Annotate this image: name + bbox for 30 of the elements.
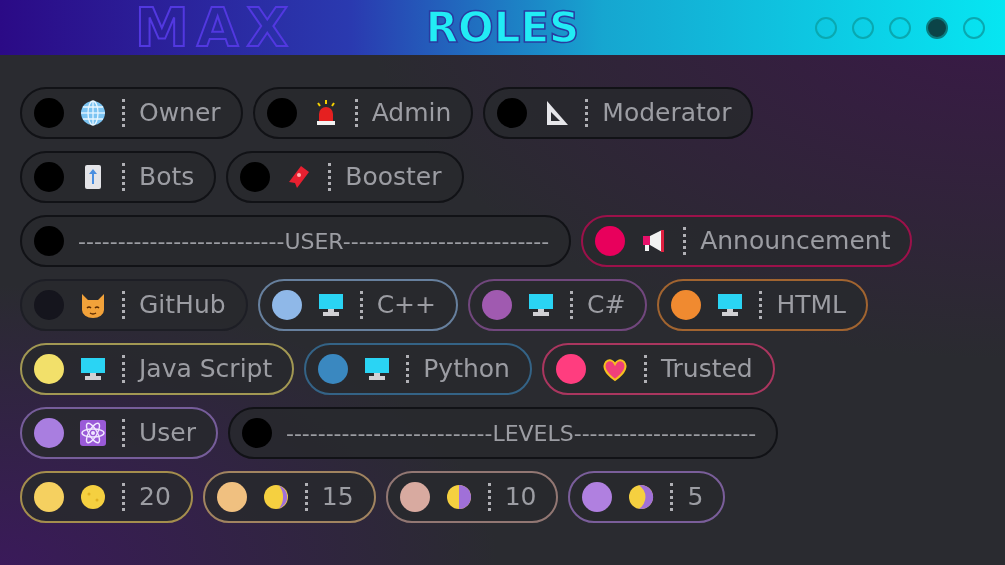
role-name: C++ xyxy=(376,289,436,322)
divider-label: --------------------------USER-------------------------- xyxy=(78,227,550,256)
role-name: Announcement xyxy=(700,225,891,258)
atom-icon xyxy=(78,418,108,448)
full-moon-icon xyxy=(78,482,108,512)
role-name: Bots xyxy=(139,161,195,194)
role-name: Java Script xyxy=(139,353,273,386)
page-indicator-dot[interactable] xyxy=(926,16,948,39)
divider-label: --------------------------LEVELS----------------------- xyxy=(286,419,757,448)
role-name: Owner xyxy=(139,97,221,130)
role-name: 20 xyxy=(139,481,171,514)
role-name: 15 xyxy=(321,481,354,514)
role-name: Admin xyxy=(371,97,452,130)
role-name: GitHub xyxy=(139,289,226,322)
role-name: 10 xyxy=(504,481,537,514)
role-name: Trusted xyxy=(660,353,753,386)
page-indicator-dot[interactable] xyxy=(815,16,837,39)
page-indicator-dot[interactable] xyxy=(852,16,874,39)
role-name: HTML xyxy=(776,289,846,322)
role-name: Booster xyxy=(345,161,442,194)
role-name: Moderator xyxy=(602,97,732,130)
page-title: ROLES xyxy=(425,1,580,54)
role-name: 5 xyxy=(687,481,704,514)
page-indicator-dot[interactable] xyxy=(963,16,985,39)
role-name: C# xyxy=(587,289,626,322)
background-lettering: MAX xyxy=(135,0,297,55)
globe-icon xyxy=(78,98,108,128)
role-name: User xyxy=(139,417,196,450)
role-name: Python xyxy=(423,353,510,386)
page-indicator-dot[interactable] xyxy=(889,16,911,39)
